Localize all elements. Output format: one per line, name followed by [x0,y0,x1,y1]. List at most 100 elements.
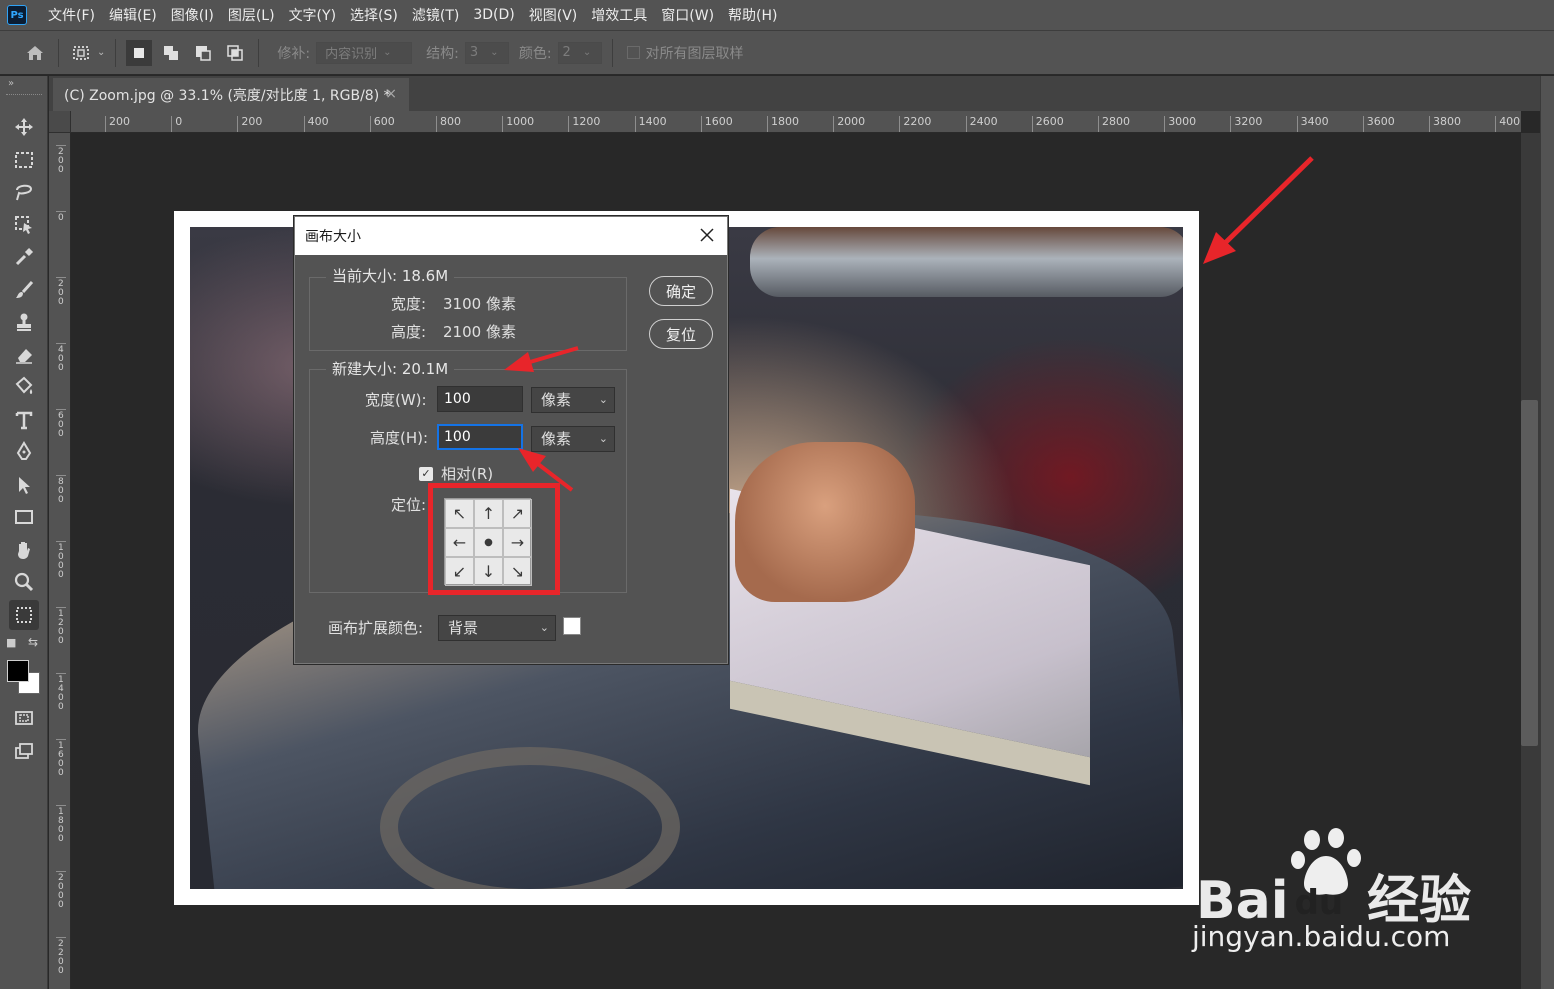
ruler-tick-label: 400 [56,343,66,373]
menu-plugins[interactable]: 增效工具 [584,5,654,25]
quick-mask-icon[interactable] [9,703,39,733]
ruler-tick-label: 800 [56,475,66,505]
close-icon[interactable] [697,225,717,245]
eyedropper-tool-icon[interactable] [9,242,39,272]
separator [258,38,260,67]
type-tool-icon[interactable] [9,405,39,435]
structure-label: 结构: [426,45,459,62]
rectangle-tool-icon[interactable] [9,502,39,532]
relative-label[interactable]: 相对(R) [441,463,493,484]
ruler-tick-label: 1600 [56,739,66,778]
sample-all-layers-checkbox[interactable] [626,46,640,59]
default-colors-icon[interactable]: ■ [6,636,16,649]
menu-select[interactable]: 选择(S) [343,5,405,25]
lasso-tool-icon[interactable] [9,177,39,207]
pen-tool-icon[interactable] [9,437,39,467]
scrollbar-thumb[interactable] [1521,400,1538,746]
marquee-tool-icon[interactable] [9,145,39,175]
ruler-tick-label: 2800 [1098,116,1130,132]
dialog-title: 画布大小 [305,229,361,245]
extension-color-select[interactable]: 背景 ⌄ [438,615,556,641]
chevron-down-icon[interactable]: ⌄ [97,47,105,58]
close-icon[interactable]: × [385,86,397,102]
hand-tool-icon[interactable] [9,535,39,565]
right-panel-strip[interactable] [1540,76,1554,989]
relative-checkbox[interactable]: ✓ [419,467,433,481]
menu-image[interactable]: 图像(I) [164,5,221,25]
new-width-unit-select[interactable]: 像素 ⌄ [531,387,615,413]
structure-select[interactable]: 3 ⌄ [464,41,509,64]
swap-colors-icon[interactable]: ⇆ [28,635,38,649]
sample-all-layers-label: 对所有图层取样 [645,45,744,62]
menu-view[interactable]: 视图(V) [522,5,585,25]
menu-edit[interactable]: 编辑(E) [102,5,164,25]
intersect-selection-icon[interactable] [222,40,248,66]
ruler-tick-label: 400( [1495,116,1521,132]
new-height-unit-select[interactable]: 像素 ⌄ [531,426,615,452]
ruler-tick-label: 1200 [56,607,66,646]
screen-mode-icon[interactable] [9,736,39,766]
panel-grip[interactable] [6,94,42,97]
ruler-tick-label: 1800 [767,116,799,132]
color-label: 颜色: [518,45,552,62]
current-height-value: 2100 像素 [443,323,516,341]
object-selection-tool-icon[interactable] [9,210,39,240]
canvas-size-dialog: 画布大小 当前大小: 18.6M 宽度: 3100 像素 高度: 2100 像素… [294,216,728,664]
color-select[interactable]: 2 ⌄ [557,41,602,64]
new-width-input[interactable]: 100 [437,386,523,412]
document-tab-title: (C) Zoom.jpg @ 33.1% (亮度/对比度 1, RGB/8) * [64,87,391,104]
current-size-label: 当前大小: 18.6M [326,265,455,286]
document-tab[interactable]: (C) Zoom.jpg @ 33.1% (亮度/对比度 1, RGB/8) *… [53,78,409,111]
new-size-label: 新建大小: 20.1M [326,358,455,379]
menu-window[interactable]: 窗口(W) [654,5,721,25]
zoom-tool-icon[interactable] [9,567,39,597]
extension-color-label: 画布扩展颜色: [328,619,424,637]
repair-select[interactable]: 内容识别 ⌄ [316,41,413,64]
anchor-highlight-box [428,483,560,595]
path-selection-tool-icon[interactable] [9,470,39,500]
menu-file[interactable]: 文件(F) [41,5,102,25]
brush-tool-icon[interactable] [9,275,39,305]
options-bar: ⌄ 修补: 内容识别 ⌄ 结构: 3 ⌄ 颜色: 2 ⌄ 对所有图层取样 [0,30,1554,75]
add-selection-icon[interactable] [158,40,184,66]
home-icon[interactable] [22,40,48,66]
menu-layer[interactable]: 图层(L) [221,5,282,25]
canvas-crop-tool-icon[interactable] [9,600,39,630]
new-height-input[interactable]: 100 [437,424,523,450]
stamp-tool-icon[interactable] [9,307,39,337]
ruler-tick-label: 3800 [1429,116,1461,132]
ruler-tick-label: 2000 [56,871,66,910]
move-tool-icon[interactable] [9,112,39,142]
subtract-selection-icon[interactable] [190,40,216,66]
foreground-color-swatch[interactable] [7,660,29,682]
ruler-tick-label: 1200 [568,116,600,132]
ruler-tick-label: 1400 [56,673,66,712]
ruler-tick-label: 1000 [56,541,66,580]
ruler-tick-label: 2200 [56,937,66,976]
ruler-tick-label: 1000 [502,116,534,132]
ruler-origin[interactable] [49,111,71,133]
ruler-tick-label: 600 [369,116,395,132]
ok-button[interactable]: 确定 [649,276,713,306]
ruler-tick-label: 3400 [1296,116,1329,132]
eraser-tool-icon[interactable] [9,340,39,370]
ruler-tick-label: 2400 [965,116,998,132]
photo-hand [735,442,915,602]
dialog-titlebar[interactable]: 画布大小 [295,217,727,255]
current-height-label: 高度: [391,323,427,341]
horizontal-ruler: 200 0 200 400 600 800 1000 1200 1400 1600 1800 2000… [49,111,1521,133]
menu-3d[interactable]: 3D(D) [466,7,521,23]
ruler-tick-label: 200 [56,277,66,307]
extension-color-swatch[interactable] [563,617,581,635]
patch-tool-icon[interactable] [69,40,95,66]
paint-bucket-tool-icon[interactable] [9,372,39,402]
new-selection-icon[interactable] [126,39,153,66]
collapse-icon[interactable]: » [8,78,14,89]
ruler-tick-label: 1600 [700,116,733,132]
separator [58,38,59,67]
ruler-tick-label: 200 [56,145,66,175]
menu-type[interactable]: 文字(Y) [282,5,343,25]
menu-filter[interactable]: 滤镜(T) [405,5,466,25]
reset-button[interactable]: 复位 [649,319,713,349]
menu-help[interactable]: 帮助(H) [721,5,784,25]
